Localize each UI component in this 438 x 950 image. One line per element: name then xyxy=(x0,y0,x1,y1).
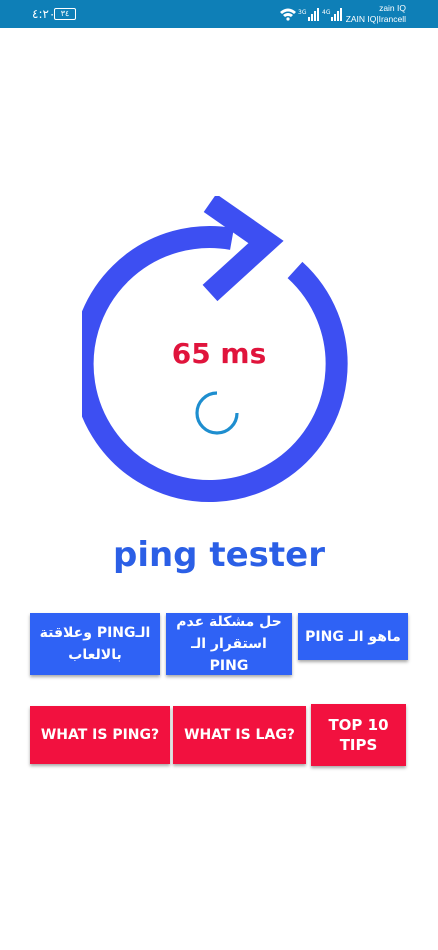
wifi-icon xyxy=(280,8,296,21)
ping-games-button[interactable]: الـPING وعلاقتة بالالعاب xyxy=(30,613,160,675)
ping-stability-button[interactable]: حل مشكلة عدم استقرار الـ PING xyxy=(166,613,292,675)
app-title: ping tester xyxy=(112,535,325,575)
status-time: ٤:٢٠ xyxy=(32,7,56,21)
ping-value: 65 ms xyxy=(171,337,267,370)
what-is-ping-ar-button[interactable]: ماهو الـ PING xyxy=(298,613,408,660)
carrier-2: ZAIN IQ|Irancell xyxy=(345,14,406,24)
loading-spinner-icon xyxy=(195,391,239,435)
signal-icons: 3G 4G xyxy=(280,8,342,21)
network-3g-label: 3G xyxy=(298,9,307,16)
what-is-lag-button[interactable]: WHAT IS LAG? xyxy=(173,706,306,764)
carrier-info: zain IQ ZAIN IQ|Irancell xyxy=(346,3,406,25)
top-10-tips-button[interactable]: TOP 10 TIPS xyxy=(311,704,406,766)
carrier-1: zain IQ xyxy=(379,3,406,13)
network-4g-label: 4G xyxy=(322,9,331,16)
cell-signal-icon xyxy=(308,8,319,21)
status-bar: ٤:٢٠ ٣٤ 3G 4G zain IQ ZAIN IQ|Irancell xyxy=(0,0,438,28)
what-is-ping-button[interactable]: WHAT IS PING? xyxy=(30,706,170,764)
battery-icon: ٣٤ xyxy=(54,8,76,20)
cell-signal-icon-2 xyxy=(331,8,342,21)
